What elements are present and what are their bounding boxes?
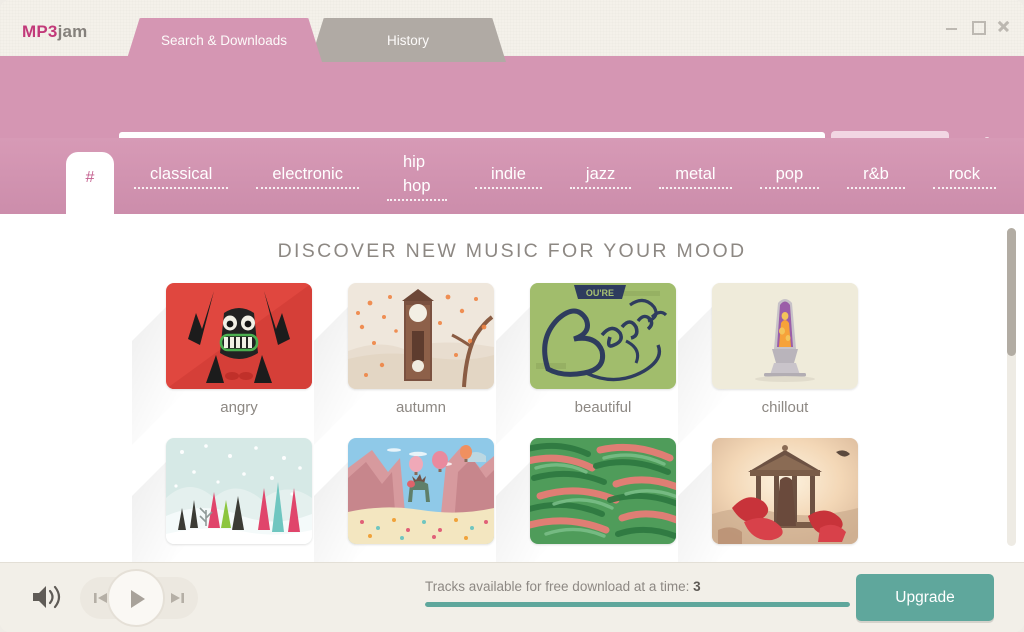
search-bar: Search (0, 56, 1024, 171)
genre-tab-hash[interactable]: # (66, 152, 114, 214)
mood-card-balloons[interactable] (314, 438, 494, 562)
thumb-wrap (314, 438, 494, 562)
svg-text:OU'RE: OU'RE (586, 288, 614, 298)
genre-tab-classical[interactable]: classical (134, 163, 229, 189)
content-scrollbar-thumb[interactable] (1007, 228, 1016, 356)
mood-label-chillout: chillout (761, 399, 809, 416)
download-quota: Tracks available for free download at a … (425, 579, 855, 607)
app-logo: MP3jam (22, 22, 87, 42)
logo-secondary: jam (57, 22, 88, 41)
genre-bar: # classical electronic hip hop indie jaz… (0, 138, 1024, 214)
genre-list: classical electronic hip hop indie jazz … (134, 138, 1024, 214)
mood-card-autumn[interactable]: autumn (314, 283, 494, 445)
tab-history-label: History (386, 33, 429, 48)
mood-card-beautiful[interactable]: OU'RE beautiful (496, 283, 676, 445)
mood-card-pavilion[interactable] (678, 438, 858, 562)
quota-count: 3 (693, 579, 701, 594)
chillout-lava-lamp-art (712, 283, 858, 389)
quota-text: Tracks available for free download at a … (425, 579, 855, 594)
mood-grid: angry autumn OU'RE beautiful chillout (0, 283, 1024, 562)
mood-card-chillout[interactable]: chillout (678, 283, 858, 445)
angry-monster-red-art (166, 283, 312, 389)
thumb-wrap (132, 283, 312, 445)
genre-tab-metal[interactable]: metal (659, 163, 732, 189)
genre-tab-indie[interactable]: indie (475, 163, 542, 189)
play-button[interactable] (107, 569, 165, 627)
thumb-wrap (678, 438, 858, 562)
page-title: DISCOVER NEW MUSIC FOR YOUR MOOD (277, 240, 747, 262)
genre-tab-rnb[interactable]: r&b (847, 163, 905, 189)
speaker-icon[interactable] (30, 581, 64, 613)
player-bar: Tracks available for free download at a … (0, 562, 1024, 632)
transport-controls (80, 569, 198, 627)
mood-label-angry: angry (220, 399, 258, 416)
content-area: DISCOVER NEW MUSIC FOR YOUR MOOD angry a… (0, 214, 1024, 562)
upgrade-button[interactable]: Upgrade (856, 574, 994, 621)
quota-progress-fill (425, 602, 850, 607)
thumb-wrap: OU'RE (496, 283, 676, 445)
genre-tab-jazz[interactable]: jazz (569, 163, 632, 189)
mood-card-angry[interactable]: angry (132, 283, 312, 445)
thumb-wrap (314, 283, 494, 445)
maximize-icon[interactable] (971, 20, 986, 35)
mood-label-autumn: autumn (395, 399, 447, 416)
app-window: MP3jam Search & Downloads History Search… (0, 0, 1024, 632)
close-icon[interactable] (997, 20, 1010, 33)
mood-label-beautiful: beautiful (574, 399, 632, 416)
play-icon (131, 590, 145, 608)
logo-primary: MP3 (22, 22, 58, 41)
mood-card-foliage[interactable] (496, 438, 676, 562)
balloons-deer-canyon-art (348, 438, 494, 544)
genre-tab-pop[interactable]: pop (759, 163, 820, 189)
mood-card-winter[interactable] (132, 438, 312, 562)
next-track-icon[interactable] (168, 589, 186, 607)
window-controls (945, 20, 1010, 35)
quota-label: Tracks available for free download at a … (425, 579, 690, 594)
thumb-wrap (496, 438, 676, 562)
red-robes-pavilion-art (712, 438, 858, 544)
tab-search-downloads-label: Search & Downloads (160, 33, 288, 48)
quota-progress-track (425, 602, 850, 607)
thumb-wrap (678, 283, 858, 445)
green-pink-foliage-art (530, 438, 676, 544)
autumn-clock-tree-art (348, 283, 494, 389)
tab-history[interactable]: History (310, 18, 506, 62)
title-bar: MP3jam Search & Downloads History (0, 0, 1024, 62)
winter-snow-trees-art (166, 438, 312, 544)
content-scrollbar-track[interactable] (1007, 228, 1016, 546)
tab-search-downloads[interactable]: Search & Downloads (126, 18, 322, 62)
genre-tab-hip-hop[interactable]: hip hop (386, 151, 448, 201)
genre-tab-rock[interactable]: rock (932, 163, 996, 189)
minimize-icon[interactable] (945, 20, 958, 33)
genre-tab-electronic[interactable]: electronic (256, 163, 359, 189)
thumb-wrap (132, 438, 312, 562)
beautiful-green-script-art: OU'RE (530, 283, 676, 389)
